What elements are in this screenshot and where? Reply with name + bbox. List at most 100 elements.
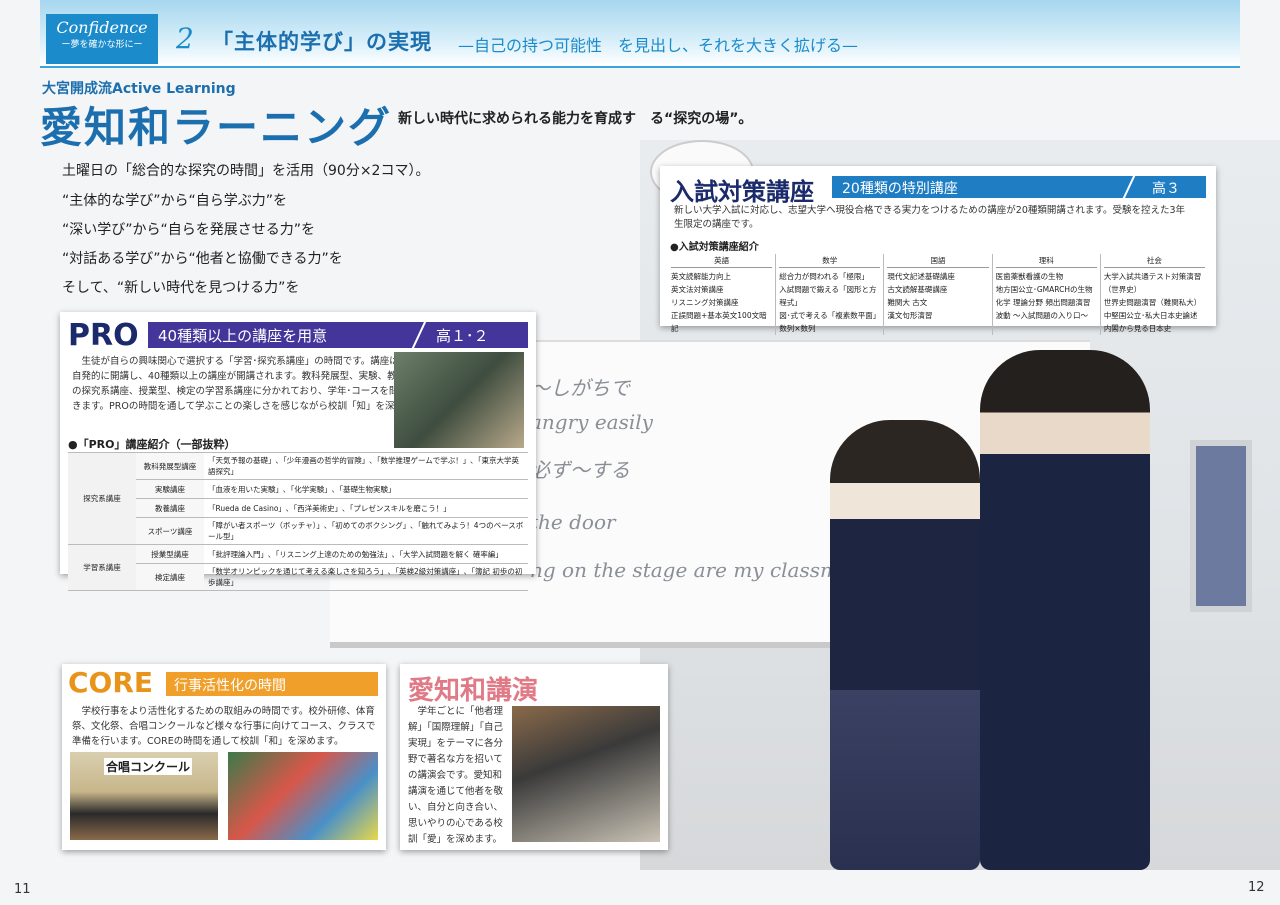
pro-photo [394,352,524,448]
group-cell: 学習系講座 [68,544,136,591]
board-text-5: ng on the stage are my classmates [530,558,882,582]
board-text-2: angry easily [530,410,653,434]
list-item: 大学入試共通テスト対策演習（世界史） [1103,272,1202,294]
table-row: スポーツ講座 「障がい者スポーツ（ボッチャ）」､「初めてのボクシング」､「触れて… [68,517,528,545]
intro-line-5: そして、“新しい時代を見つける力”を [62,280,300,296]
content-cell: 「血液を用いた実験」､「化学実験」､「基礎生物実験」 [204,479,528,499]
core-band: 行事活性化の時間 [166,672,378,696]
list-item: 英文読解能力向上 [671,272,731,281]
subject-header: 数学 [779,254,881,268]
list-item: 総合力が問われる「極限」 [779,272,869,281]
exam-band: 20種類の特別講座 高３ [832,172,1206,202]
subject-header: 国語 [887,254,989,268]
intro-line-4: “対話ある学び”から“他者と協働できる力”を [62,251,343,267]
logo: Confidence ー夢を確かな形にー [46,14,158,64]
slash-divider [1121,172,1137,202]
type-cell: 教養講座 [136,498,204,518]
window [1190,440,1252,612]
chapter-subtitle: —自己の持つ可能性 を見出し、それを大きく拡げる— [458,36,859,55]
pro-subheading: ●「PRO」講座紹介（一部抜粋） [68,438,236,451]
page-title: 愛知和ラーニング [40,103,393,152]
content-cell: 「天気予報の基礎」､「少年漫画の哲学的冒険」､「数学推理ゲームで学ぶ！」､「東京… [204,452,528,480]
subject-header: 英語 [671,254,773,268]
pro-panel: PRO 40種類以上の講座を用意 高１･２ 生徒が自らの興味関心で選択する「学習… [60,312,536,591]
type-cell: スポーツ講座 [136,517,204,545]
table-row: 教養講座 「Rueda de Casino」､「西洋美術史」､「プレゼンスキルを… [68,498,528,518]
subject-column-math: 数学 総合力が問われる「極限」 入試問題で鍛える「図形と方程式」 図･式で考える… [775,254,883,335]
core-label: CORE [68,666,154,699]
pro-band-text: 40種類以上の講座を用意 [158,327,328,345]
list-item: 現代文記述基礎講座 [887,272,955,281]
chapter-number: 2 [176,22,194,55]
slash-divider [411,320,427,350]
board-text-4: the door [530,510,616,534]
type-cell: 教科発展型講座 [136,452,204,480]
type-cell: 検定講座 [136,563,204,591]
logo-subtitle: ー夢を確かな形にー [61,40,143,50]
festival-gate-photo [228,752,378,840]
exam-description: 新しい大学入試に対応し、志望大学へ現役合格できる実力をつけるための講座が20種類… [674,205,1185,230]
lecture-description: 学年ごとに「他者理解」「国際理解」「自己実現」をテーマに各分野で著名な方を招いて… [408,706,504,845]
subject-column-science: 理科 医歯薬獣看護の生物 地方国公立･GMARCHの生物 化学 理論分野 頻出問… [991,254,1100,335]
lecture-label: 愛知和講演 [408,676,539,706]
board-text-3: 必ず〜する [530,458,630,482]
list-item: 医歯薬獣看護の生物 [995,272,1064,281]
lecture-panel: 愛知和講演 学年ごとに「他者理解」「国際理解」「自己実現」をテーマに各分野で著名… [400,664,668,850]
list-item: 数列×数列 [779,324,816,333]
pro-header: PRO 40種類以上の講座を用意 高１･２ [60,318,536,353]
list-item: 化学 理論分野 頻出問題演習 [995,298,1091,307]
content-cell: 「数学オリンピックを通じて考える楽しさを知ろう」､「英検2級対策講座」､「簿記 … [204,563,528,591]
exam-panel: 入試対策講座 20種類の特別講座 高３ 新しい大学入試に対応し、志望大学へ現役合… [660,166,1216,335]
content-cell: 「障がい者スポーツ（ボッチャ）」､「初めてのボクシング」､「触れてみよう！4つの… [204,517,528,545]
list-item: 正誤問題+基本英文100文暗記 [671,311,767,333]
choir-photo-caption: 合唱コンクール [104,758,193,775]
list-item: 内閣から見る日本史 [1103,324,1172,333]
list-item: 世界史問題演習（難関私大） [1103,298,1202,307]
table-row: 学習系講座 授業型講座 「批評理論入門」､「リスニング上達のための勉強法」､「大… [68,544,528,591]
tagline: 新しい時代に求められる能力を育成す る“探究の場”。 [398,111,753,127]
table-row: 実験講座 「血液を用いた実験」､「化学実験」､「基礎生物実験」 [68,479,528,499]
core-panel: CORE 行事活性化の時間 学校行事をより活性化するための取組みの時間です。校外… [62,664,386,850]
table-row: 探究系講座 教科発展型講座 「天気予報の基礎」､「少年漫画の哲学的冒険」､「数学… [68,452,528,545]
content-cell: 「批評理論入門」､「リスニング上達のための勉強法」､「大学入試問題を解く 確率編… [204,544,528,564]
list-item: リスニング対策講座 [671,298,739,307]
subject-header: 社会 [1103,254,1206,268]
exam-subheading: ●入試対策講座紹介 [670,242,759,253]
type-cell: 授業型講座 [136,544,204,564]
list-item: 漢文句形演習 [887,311,933,320]
exam-label: 入試対策講座 [670,178,814,206]
lecture-photo [512,706,660,842]
type-cell: 実験講座 [136,479,204,499]
choir-contest-photo: 合唱コンクール [70,752,218,840]
subject-column-social: 社会 大学入試共通テスト対策演習（世界史） 世界史問題演習（難関私大） 中堅国公… [1099,254,1208,335]
subject-header: 理科 [995,254,1097,268]
subject-column-japanese: 国語 現代文記述基礎講座 古文読解基礎講座 難関大 古文 漢文句形演習 [883,254,991,335]
chapter-title: 「主体的学び」の実現 [212,30,432,54]
core-description: 学校行事をより活性化するための取組みの時間です。校外研修、体育祭、文化祭、合唱コ… [72,706,376,747]
intro-line-3: “深い学び”から“自らを発展させる力”を [62,222,316,238]
list-item: 波動 〜入試問題の入り口〜 [995,311,1088,320]
core-band-text: 行事活性化の時間 [174,678,286,694]
list-item: 図･式で考える「複素数平面」 [779,311,881,320]
pro-label: PRO [68,318,139,353]
logo-title: Confidence [56,18,148,37]
page-number-left: 11 [14,882,31,897]
intro-line-1: 土曜日の「総合的な探究の時間」を活用（90分×2コマ）。 [62,163,430,179]
list-item: 中堅国公立･私大日本史論述 [1103,311,1198,320]
list-item: 入試問題で鍛える「図形と方程式」 [779,285,877,307]
content-cell: 「Rueda de Casino」､「西洋美術史」､「プレゼンスキルを磨こう！」 [204,498,528,518]
pro-grade: 高１･２ [436,327,489,345]
list-item: 古文読解基礎講座 [887,285,948,294]
list-item: 難関大 古文 [887,298,928,307]
exam-course-columns: 英語 英文読解能力向上 英文法対策講座 リスニング対策講座 正誤問題+基本英文1… [668,254,1208,335]
subject-column-english: 英語 英文読解能力向上 英文法対策講座 リスニング対策講座 正誤問題+基本英文1… [668,254,775,335]
group-cell: 探究系講座 [68,452,136,545]
list-item: 英文法対策講座 [671,285,724,294]
student-girl [830,420,980,870]
list-item: 地方国公立･GMARCHの生物 [995,285,1093,294]
pro-table: 探究系講座 教科発展型講座 「天気予報の基礎」､「少年漫画の哲学的冒険」､「数学… [68,452,528,591]
intro-line-2: “主体的な学び”から“自ら学ぶ力”を [62,193,288,209]
page-number-right: 12 [1248,880,1265,895]
table-row: 検定講座 「数学オリンピックを通じて考える楽しさを知ろう」､「英検2級対策講座」… [68,563,528,591]
exam-band-text: 20種類の特別講座 [842,181,958,197]
